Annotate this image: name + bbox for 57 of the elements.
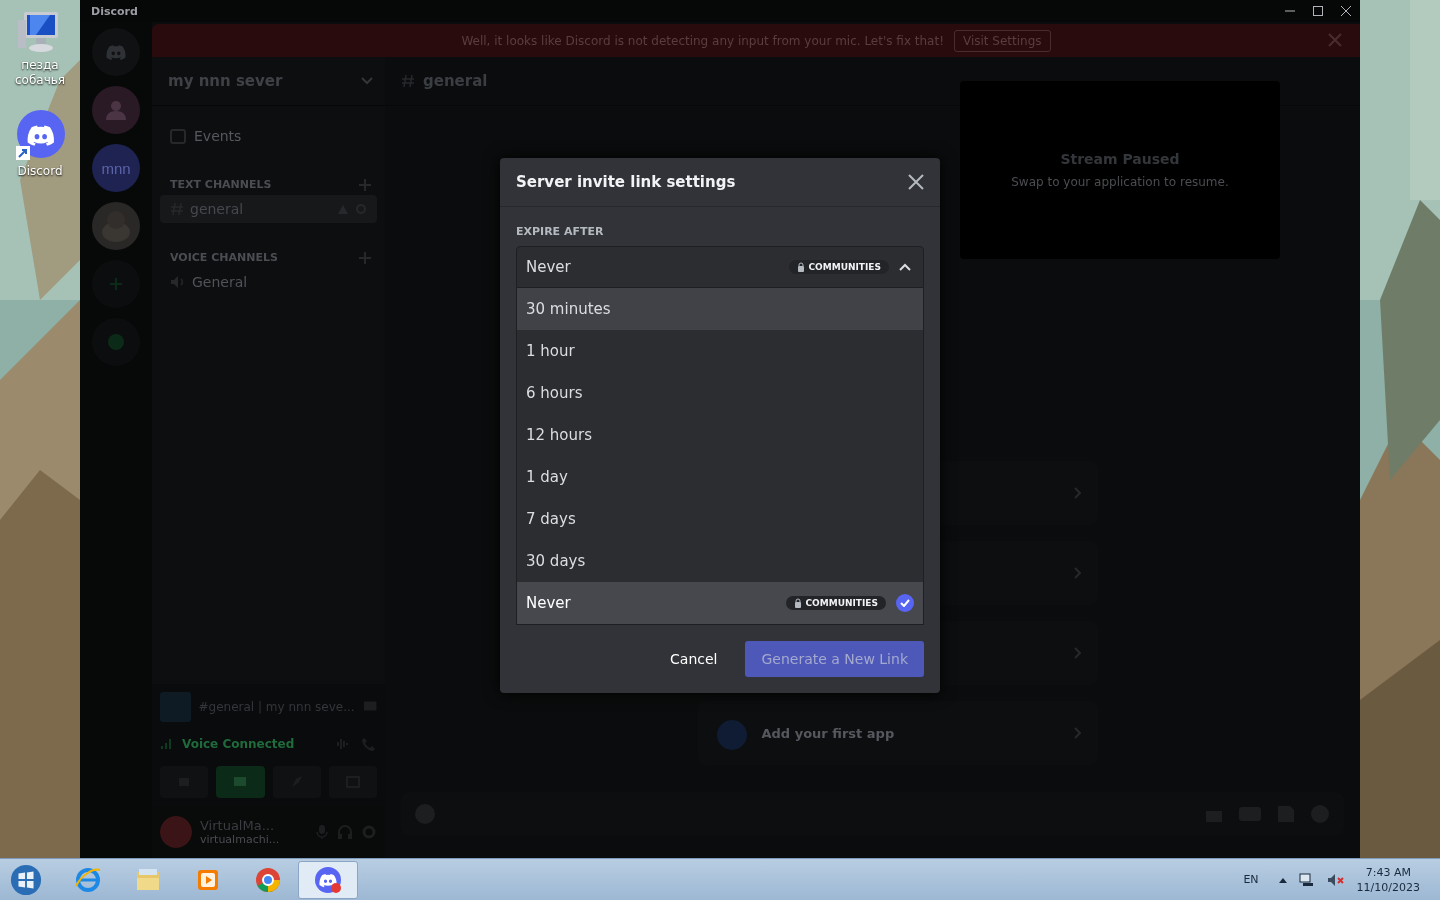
stream-status: Stream Paused: [1060, 151, 1180, 167]
plus-icon[interactable]: [359, 251, 371, 264]
language-indicator[interactable]: EN: [1243, 873, 1259, 886]
clock[interactable]: 7:43 AM 11/10/2023: [1356, 864, 1420, 895]
chevron-right-icon: [1073, 487, 1082, 499]
dropdown-option[interactable]: Never COMMUNITIES: [517, 582, 923, 624]
communities-badge: COMMUNITIES: [785, 596, 886, 610]
chevron-down-icon[interactable]: [361, 77, 373, 85]
person-icon: [103, 100, 129, 120]
stream-thumbnail: [160, 692, 191, 722]
browser-icon: [254, 865, 282, 894]
network-icon[interactable]: [1298, 872, 1315, 887]
screen-share-button[interactable]: [216, 766, 265, 798]
taskbar-app-button[interactable]: [298, 860, 358, 899]
checkmark-icon: [896, 594, 914, 612]
signal-icon: [160, 738, 172, 750]
chat-app-icon: [314, 865, 342, 894]
calendar-icon: [170, 128, 186, 144]
discord-icon[interactable]: [14, 110, 66, 162]
plus-icon[interactable]: [359, 178, 371, 191]
server-icon[interactable]: [92, 202, 140, 250]
add-server-button[interactable]: [92, 260, 140, 308]
chevron-right-icon: [1073, 727, 1082, 739]
cancel-button[interactable]: Cancel: [654, 641, 734, 677]
close-icon[interactable]: [1328, 33, 1342, 47]
communities-badge: COMMUNITIES: [788, 260, 889, 274]
dropdown-option[interactable]: 30 minutes: [517, 288, 923, 330]
speaker-icon: [170, 275, 186, 289]
lock-icon: [793, 598, 802, 608]
caret-up-icon[interactable]: [1278, 876, 1287, 883]
maximize-icon: [1313, 6, 1323, 16]
plus-icon: [108, 276, 124, 292]
dialog-title: Server invite link settings: [516, 173, 736, 191]
chevron-up-icon: [899, 263, 911, 271]
user-tag: virtualmachi...: [200, 833, 307, 846]
close-button[interactable]: [906, 172, 926, 192]
lock-icon: [796, 262, 805, 272]
explore-button[interactable]: [92, 318, 140, 366]
desktop-icon-label: Discord: [16, 164, 64, 179]
close-icon: [1341, 6, 1351, 16]
expire-dropdown[interactable]: Never COMMUNITIES: [516, 246, 924, 288]
window-title: Discord: [91, 4, 139, 18]
browser-icon: [74, 865, 102, 894]
muted-speaker-icon[interactable]: [1326, 872, 1345, 887]
stream-hint: Swap to your application to resume.: [1011, 175, 1229, 189]
server-icon[interactable]: [92, 86, 140, 134]
chevron-right-icon: [1073, 647, 1082, 659]
user-avatar[interactable]: [160, 816, 192, 848]
hash-icon: [401, 74, 415, 88]
field-label: EXPIRE AFTER: [516, 225, 605, 238]
home-button[interactable]: [92, 28, 140, 76]
voice-status: Voice Connected: [182, 737, 296, 751]
windows-logo-icon: [10, 862, 42, 897]
screen-icon: [233, 776, 248, 788]
desktop-icon-label: пезда собачья: [13, 58, 67, 88]
chevron-right-icon: [1073, 567, 1082, 579]
close-icon: [906, 172, 926, 192]
